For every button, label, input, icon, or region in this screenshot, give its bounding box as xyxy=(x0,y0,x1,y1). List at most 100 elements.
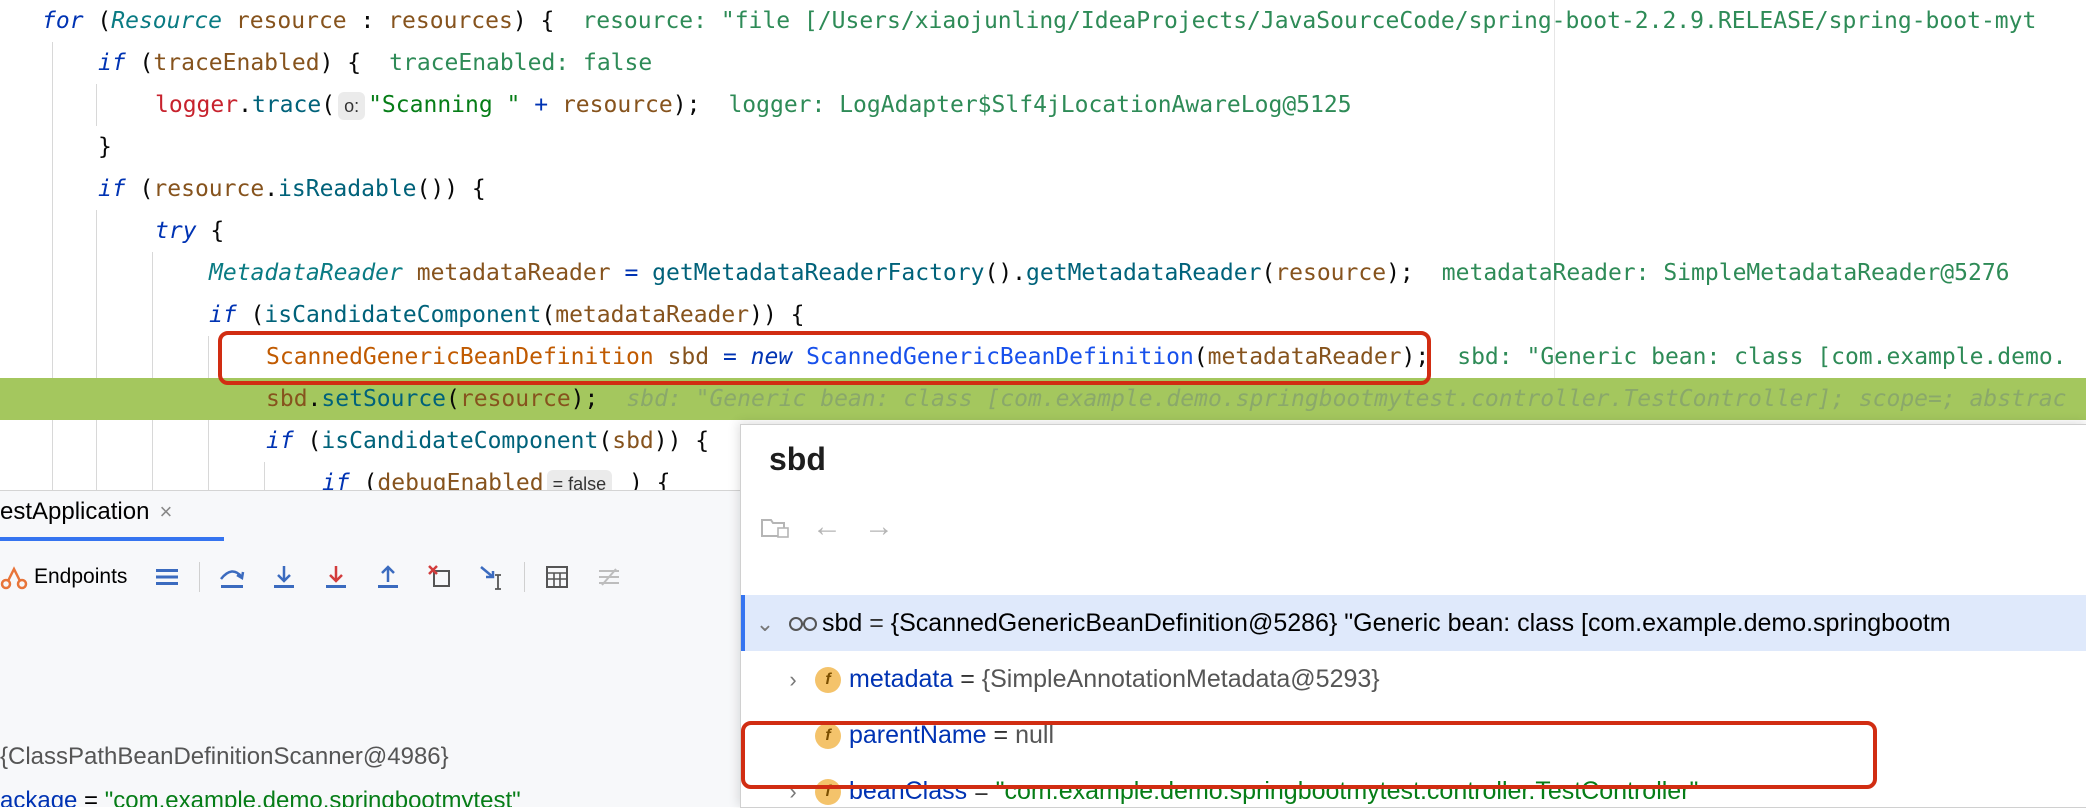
code-token: ) { xyxy=(512,8,555,34)
variable-name: metadataReader xyxy=(402,260,611,286)
popup-navigation-toolbar: ← → xyxy=(755,507,911,547)
code-token: ( xyxy=(125,50,154,76)
code-line[interactable]: for (Resource resource : resources) {res… xyxy=(0,0,2086,42)
stream-trace-icon xyxy=(599,568,620,586)
show-in-variables-button[interactable] xyxy=(755,507,795,547)
code-line[interactable]: if (resource.isReadable()) { xyxy=(0,168,2086,210)
method-name: getMetadataReaderFactory xyxy=(652,260,985,286)
tree-node-root[interactable]: ⌄ sbd = {ScannedGenericBeanDefinition@52… xyxy=(741,595,2086,651)
code-token: ()) { xyxy=(416,176,486,202)
node-value: {SimpleAnnotationMetadata@5293} xyxy=(981,665,1380,693)
variable-name: resource xyxy=(561,92,673,118)
chevron-right-icon[interactable]: › xyxy=(781,652,805,708)
endpoints-label: Endpoints xyxy=(34,565,128,588)
code-token: ( xyxy=(236,302,265,328)
trace-current-stream-button[interactable] xyxy=(589,557,629,597)
endpoints-icon xyxy=(0,566,28,590)
code-token: ); xyxy=(570,386,599,412)
run-to-cursor-button[interactable] xyxy=(472,557,512,597)
step-out-button[interactable] xyxy=(368,557,408,597)
drop-frame-icon xyxy=(428,565,451,587)
watch-glasses-icon xyxy=(788,617,817,632)
variable-name: resource xyxy=(459,386,571,412)
variable-name: resources xyxy=(388,8,513,34)
variable-name: sbd xyxy=(612,428,654,454)
code-editor[interactable]: for (Resource resource : resources) {res… xyxy=(0,0,2086,490)
code-token: ( xyxy=(598,428,613,454)
popup-title: sbd xyxy=(769,441,826,477)
code-token: + xyxy=(520,92,562,118)
forward-button[interactable]: → xyxy=(859,507,899,547)
list-icon xyxy=(156,569,179,585)
code-token: . xyxy=(264,176,279,202)
threads-button[interactable] xyxy=(147,557,187,597)
code-token: ( xyxy=(446,386,460,412)
value-inspection-popup[interactable]: sbd ← → ⌄ sbd = {ScannedGenericBeanDefin… xyxy=(740,424,2086,808)
keyword: if xyxy=(209,302,237,328)
chevron-down-icon[interactable]: ⌄ xyxy=(753,596,777,652)
code-token: )) { xyxy=(749,302,805,328)
variable-name: debugEnabled xyxy=(377,470,544,490)
variable-equals: = xyxy=(77,787,105,807)
code-token: ) { xyxy=(319,50,362,76)
tab-label: estApplication xyxy=(0,498,150,525)
highlight-annotation-box xyxy=(741,721,1877,789)
code-token: . xyxy=(307,386,322,412)
back-arrow-icon: ← xyxy=(812,510,842,543)
code-line[interactable]: } xyxy=(0,126,2086,168)
code-token: ); xyxy=(1386,260,1414,286)
keyword: try xyxy=(155,218,197,244)
variable-value: "com.example.demo.springbootmytest" xyxy=(104,787,521,807)
highlight-annotation-box xyxy=(218,331,1431,385)
node-equals: = xyxy=(862,609,891,637)
inline-debug-value: metadataReader: SimpleMetadataReader@527… xyxy=(1441,260,2010,286)
type-name: MetadataReader xyxy=(209,260,403,286)
method-name: isCandidateComponent xyxy=(321,428,599,454)
keyword: if xyxy=(98,176,126,202)
inline-debug-value: sbd: "Generic bean: class [com.example.d… xyxy=(626,386,2067,412)
close-icon[interactable]: × xyxy=(159,499,172,524)
active-tab-indicator xyxy=(0,537,224,541)
step-over-button[interactable] xyxy=(212,557,252,597)
inline-debug-value: resource: "file [/Users/xiaojunling/Idea… xyxy=(582,8,2037,34)
back-button[interactable]: ← xyxy=(807,507,847,547)
folder-icon xyxy=(761,519,789,538)
code-line[interactable]: if (traceEnabled) {traceEnabled: false xyxy=(0,42,2086,84)
code-line[interactable]: try { xyxy=(0,210,2086,252)
code-line[interactable]: logger.trace(o: "Scanning " + resource); l… xyxy=(0,84,2086,126)
keyword: if xyxy=(266,428,294,454)
variable-name: resource xyxy=(222,8,347,34)
evaluate-expression-button[interactable] xyxy=(537,557,577,597)
variable-name: resource xyxy=(1275,260,1387,286)
force-step-into-button[interactable] xyxy=(316,557,356,597)
inline-debug-value: sbd: "Generic bean: class [com.example.d… xyxy=(1457,344,2067,370)
keyword: if xyxy=(322,470,350,490)
code-token: : xyxy=(346,8,389,34)
step-over-icon xyxy=(220,570,245,588)
variable-row[interactable]: {ClassPathBeanDefinitionScanner@4986} xyxy=(0,739,449,775)
node-equals: = xyxy=(953,665,982,693)
method-name: setSource xyxy=(321,386,447,412)
toolbar-separator xyxy=(524,562,526,592)
method-name: trace xyxy=(251,92,322,118)
step-into-button[interactable] xyxy=(264,557,304,597)
code-line[interactable]: MetadataReader metadataReader = getMetad… xyxy=(0,252,2086,294)
step-into-icon xyxy=(274,566,295,588)
variable-name: sbd xyxy=(266,386,308,412)
inline-value-hint: = false xyxy=(546,469,613,490)
code-token: ( xyxy=(321,92,336,118)
code-line[interactable]: if (isCandidateComponent(metadataReader)… xyxy=(0,294,2086,336)
tab-run-configuration[interactable]: estApplication × xyxy=(0,491,186,533)
code-token: ( xyxy=(125,176,154,202)
drop-frame-button[interactable] xyxy=(420,557,460,597)
variable-row[interactable]: ackage = "com.example.demo.springbootmyt… xyxy=(0,783,521,807)
code-token: ) { xyxy=(615,470,671,490)
tree-node-field[interactable]: › f metadata = {SimpleAnnotationMetadata@5… xyxy=(741,651,2086,707)
code-token: } xyxy=(98,134,112,160)
node-name: metadata xyxy=(849,665,954,693)
endpoints-button[interactable]: Endpoints xyxy=(0,563,127,591)
code-token: ( xyxy=(349,470,378,490)
keyword: if xyxy=(98,50,126,76)
forward-arrow-icon: → xyxy=(864,510,894,543)
keyword: for xyxy=(42,8,84,34)
